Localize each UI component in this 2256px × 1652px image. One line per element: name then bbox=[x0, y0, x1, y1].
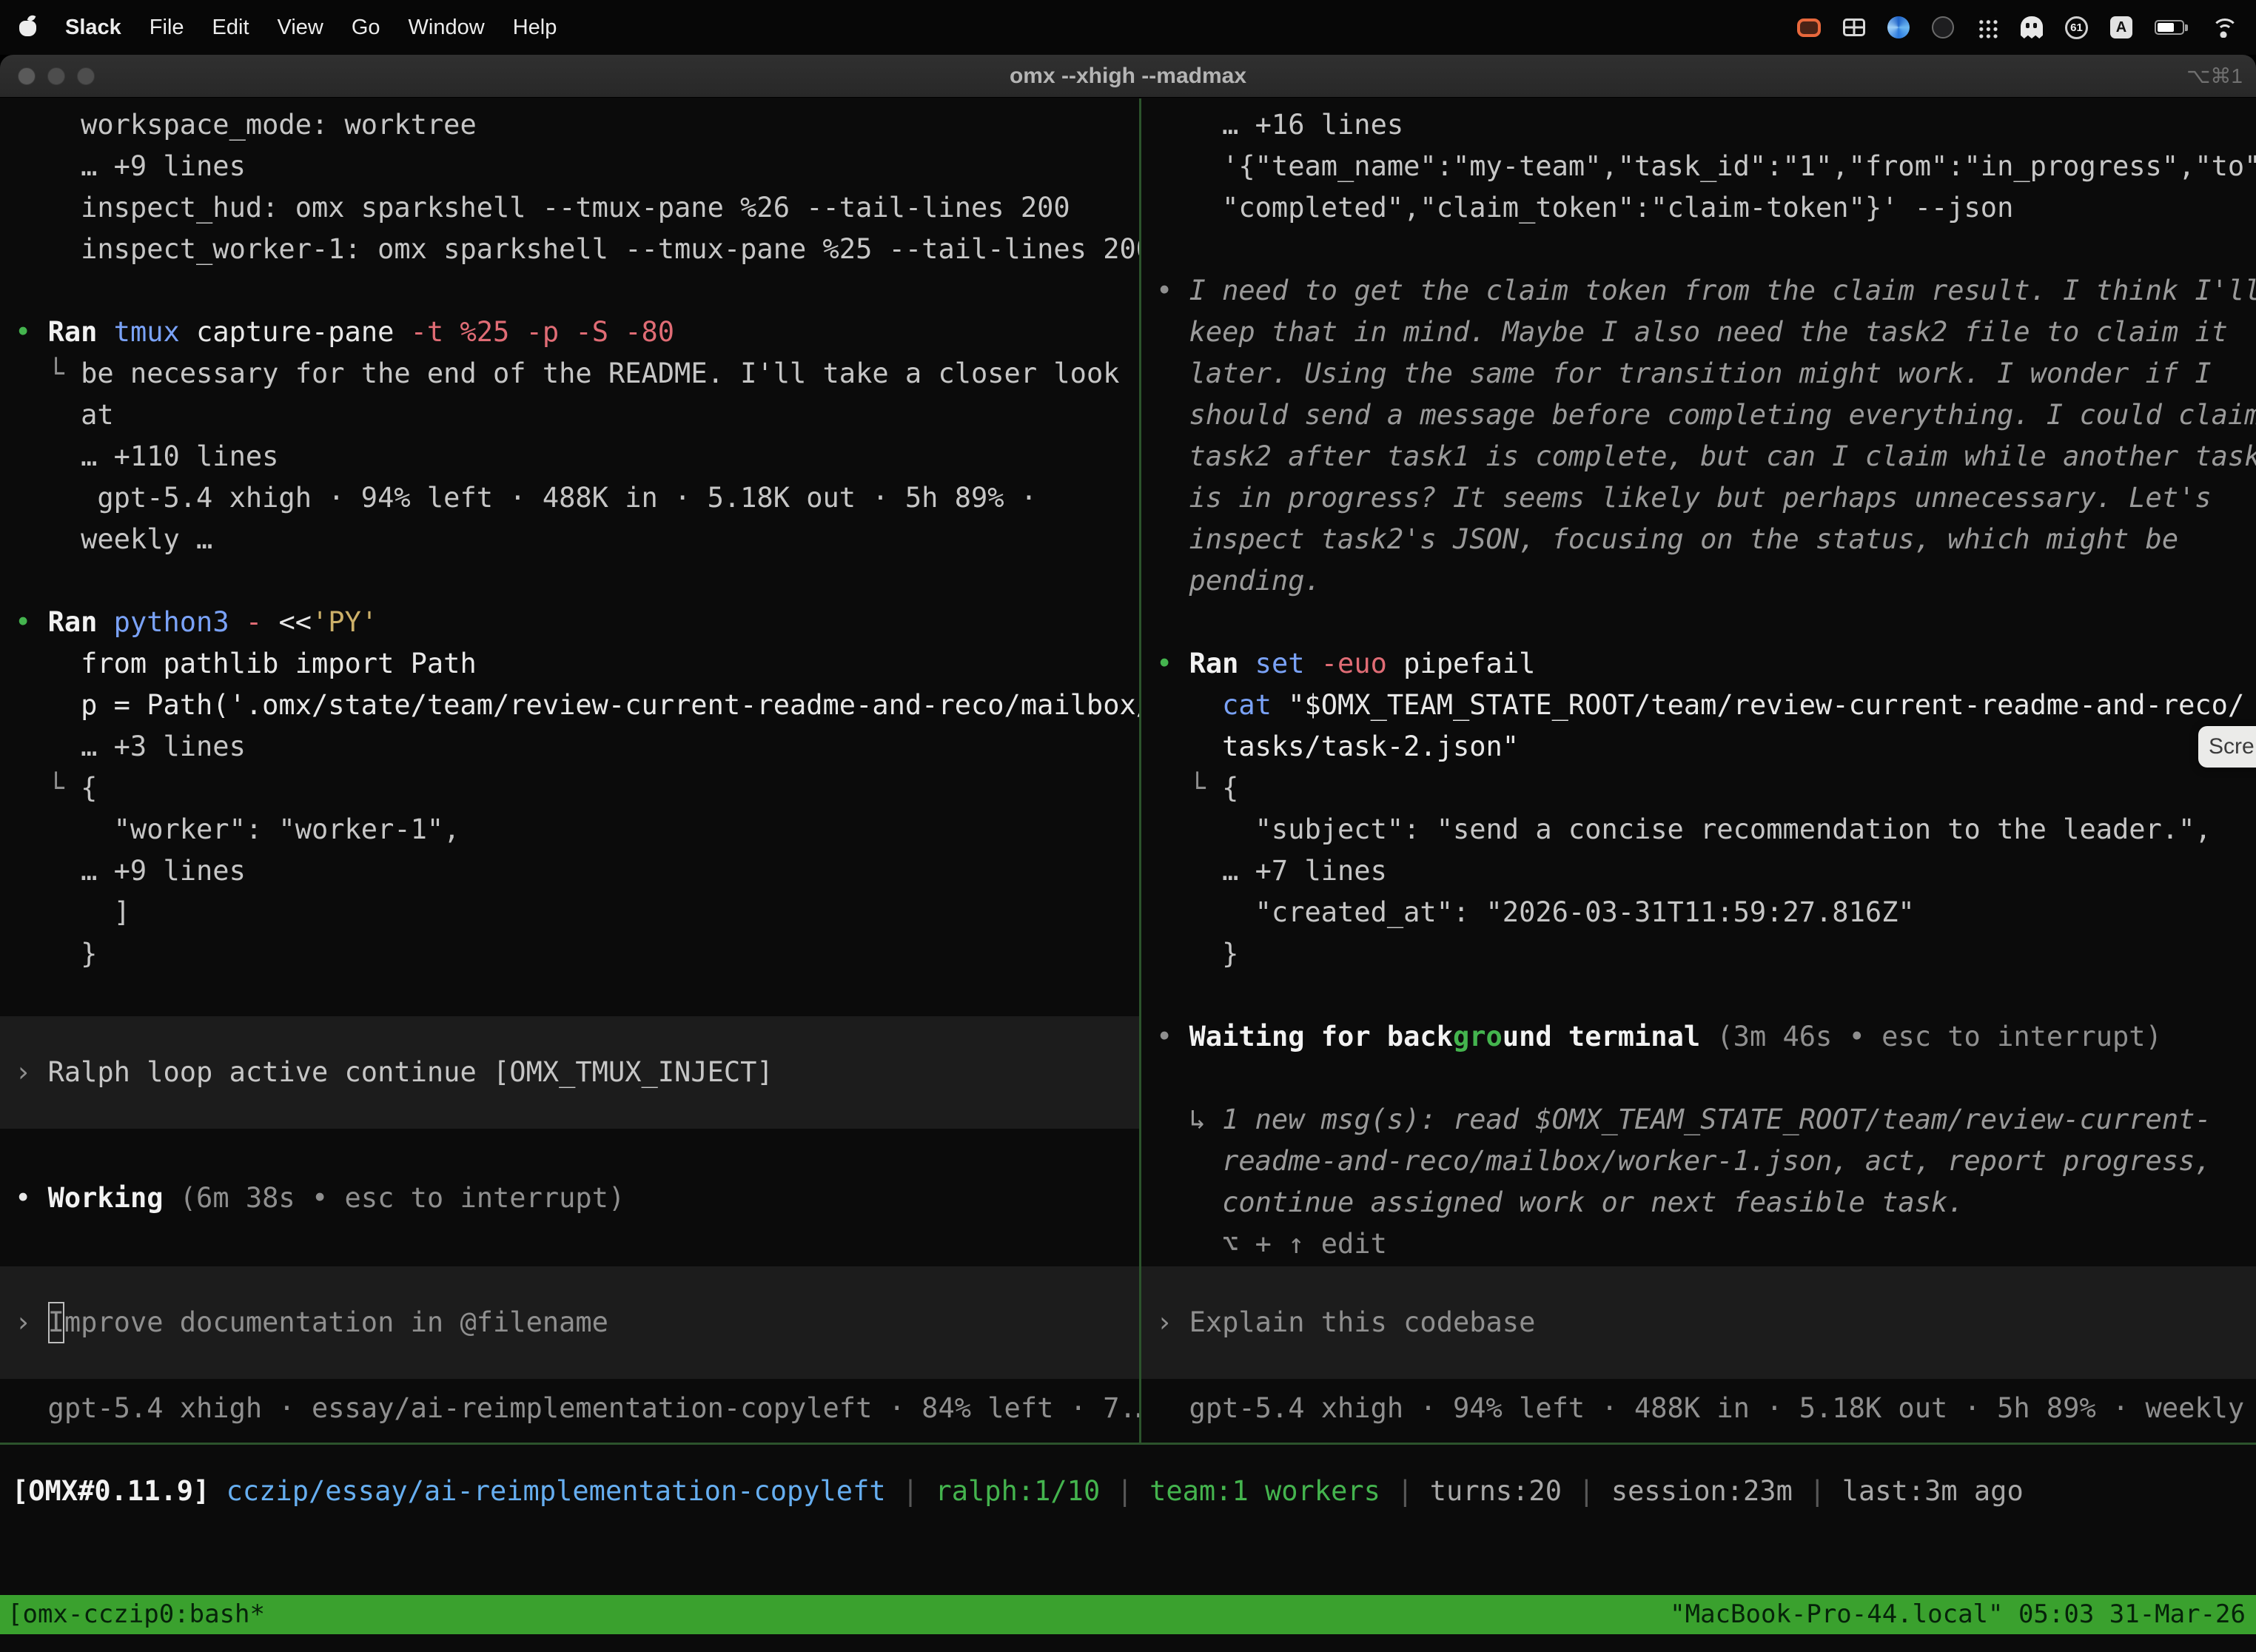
terminal-line: weekly … bbox=[15, 519, 1139, 560]
prompt-input-band[interactable]: › Improve documentation in @filename bbox=[0, 1266, 1139, 1379]
terminal-line: gpt-5.4 xhigh · 94% left · 488K in · 5.1… bbox=[15, 477, 1139, 519]
apple-menu[interactable] bbox=[19, 16, 37, 40]
terminal-line: "worker": "worker-1", bbox=[15, 809, 1139, 850]
omx-status-line: [OMX#0.11.9] cczip/essay/ai-reimplementa… bbox=[0, 1471, 2256, 1512]
terminal-line: ↳ 1 new msg(s): read $OMX_TEAM_STATE_ROO… bbox=[1156, 1099, 2256, 1141]
prompt-input-band[interactable]: › Ralph loop active continue [OMX_TMUX_I… bbox=[0, 1016, 1139, 1129]
terminal-line: '{"team_name":"my-team","task_id":"1","f… bbox=[1156, 146, 2256, 187]
tmux-session-info: [omx-cczip0:bash* bbox=[7, 1595, 265, 1634]
window-title: omx --xhigh --madmax bbox=[0, 55, 2256, 98]
menu-file[interactable]: File bbox=[150, 16, 184, 40]
spacer bbox=[15, 1129, 1139, 1178]
tmux-pane-left[interactable]: workspace_mode: worktree … +9 lines insp… bbox=[0, 98, 1139, 1443]
menu-window[interactable]: Window bbox=[409, 16, 485, 40]
terminal-line: • Ran tmux capture-pane -t %25 -p -S -80 bbox=[15, 312, 1139, 353]
terminal-line: cat "$OMX_TEAM_STATE_ROOT/team/review-cu… bbox=[1156, 685, 2256, 726]
menu-go[interactable]: Go bbox=[352, 16, 380, 40]
input-source-icon[interactable]: A bbox=[2110, 16, 2132, 38]
spacer bbox=[15, 1379, 1139, 1388]
terminal-line: continue assigned work or next feasible … bbox=[1156, 1182, 2256, 1223]
grid-icon[interactable] bbox=[1843, 19, 1865, 36]
terminal-line: • Ran set -euo pipefail bbox=[1156, 643, 2256, 685]
terminal-line: … +9 lines bbox=[15, 850, 1139, 892]
terminal-line: p = Path('.omx/state/team/review-current… bbox=[15, 685, 1139, 726]
terminal-line: readme-and-reco/mailbox/worker-1.json, a… bbox=[1156, 1141, 2256, 1182]
terminal-content: workspace_mode: worktree … +9 lines insp… bbox=[0, 98, 2256, 1652]
terminal-window: omx --xhigh --madmax ⌥⌘1 workspace_mode:… bbox=[0, 55, 2256, 1652]
menu-slack[interactable]: Slack bbox=[65, 16, 121, 40]
terminal-line: └ { bbox=[1156, 768, 2256, 809]
prompt-input-band[interactable]: › Explain this codebase bbox=[1141, 1266, 2256, 1379]
menu-bar: Slack File Edit View Go Window Help 61 A bbox=[0, 0, 2256, 55]
terminal-line: inspect_worker-1: omx sparkshell --tmux-… bbox=[15, 229, 1139, 270]
terminal-line: should send a message before completing … bbox=[1156, 394, 2256, 436]
terminal-line: } bbox=[15, 933, 1139, 975]
menu-items: Slack File Edit View Go Window Help bbox=[65, 16, 557, 40]
terminal-line: └ be necessary for the end of the README… bbox=[15, 353, 1139, 394]
stats-icon[interactable]: 61 bbox=[2065, 16, 2088, 39]
terminal-line: at bbox=[15, 394, 1139, 436]
terminal-line: gpt-5.4 xhigh · essay/ai-reimplementatio… bbox=[15, 1388, 1139, 1429]
terminal-line: ] bbox=[15, 892, 1139, 933]
terminal-line: workspace_mode: worktree bbox=[15, 104, 1139, 146]
screenshot-notification[interactable]: Scre bbox=[2198, 726, 2256, 768]
menu-bar-status-icons: 61 A bbox=[1797, 16, 2237, 39]
terminal-line: └ { bbox=[15, 768, 1139, 809]
menu-help[interactable]: Help bbox=[513, 16, 557, 40]
battery-icon[interactable] bbox=[2155, 20, 2184, 35]
terminal-line: } bbox=[1156, 933, 2256, 975]
window-titlebar: omx --xhigh --madmax ⌥⌘1 bbox=[0, 55, 2256, 98]
terminal-line: task2 after task1 is complete, but can I… bbox=[1156, 436, 2256, 477]
terminal-line: "subject": "send a concise recommendatio… bbox=[1156, 809, 2256, 850]
menu-bar-left: Slack File Edit View Go Window Help bbox=[19, 16, 557, 40]
terminal-line: … +7 lines bbox=[1156, 850, 2256, 892]
dark-app-icon[interactable] bbox=[1932, 16, 1954, 38]
terminal-line bbox=[15, 270, 1139, 312]
terminal-line: ⌥ + ↑ edit bbox=[1156, 1223, 2256, 1265]
terminal-line: tasks/task-2.json" bbox=[1156, 726, 2256, 768]
menu-view[interactable]: View bbox=[278, 16, 323, 40]
screen-recording-icon[interactable] bbox=[1797, 19, 1821, 37]
terminal-line bbox=[1156, 229, 2256, 270]
terminal-line: … +9 lines bbox=[15, 146, 1139, 187]
terminal-line: • Working (6m 38s • esc to interrupt) bbox=[15, 1178, 1139, 1219]
terminal-line: • Waiting for background terminal (3m 46… bbox=[1156, 1016, 2256, 1058]
spacer bbox=[15, 1219, 1139, 1266]
spacer bbox=[1156, 1379, 2256, 1388]
terminal-line bbox=[1156, 1058, 2256, 1099]
desktop: Slack File Edit View Go Window Help 61 A omx --… bbox=[0, 0, 2256, 1652]
tmux-pane-right[interactable]: … +16 lines '{"team_name":"my-team","tas… bbox=[1141, 98, 2256, 1443]
tmux-pane-horizontal-divider bbox=[0, 1443, 2256, 1445]
terminal-line: gpt-5.4 xhigh · 94% left · 488K in · 5.1… bbox=[1156, 1388, 2256, 1429]
terminal-line: "created_at": "2026-03-31T11:59:27.816Z" bbox=[1156, 892, 2256, 933]
titlebar-shortcut: ⌥⌘1 bbox=[2186, 55, 2243, 98]
terminal-line: "completed","claim_token":"claim-token"}… bbox=[1156, 187, 2256, 229]
wifi-icon[interactable] bbox=[2210, 17, 2237, 38]
menu-edit[interactable]: Edit bbox=[212, 16, 249, 40]
terminal-line: is in progress? It seems likely but perh… bbox=[1156, 477, 2256, 519]
browser-icon[interactable] bbox=[1887, 16, 1910, 38]
ghostty-icon[interactable] bbox=[2021, 16, 2043, 38]
terminal-line: from pathlib import Path bbox=[15, 643, 1139, 685]
terminal-line: later. Using the same for transition mig… bbox=[1156, 353, 2256, 394]
terminal-line: inspect_hud: omx sparkshell --tmux-pane … bbox=[15, 187, 1139, 229]
terminal-line: … +16 lines bbox=[1156, 104, 2256, 146]
terminal-line: … +3 lines bbox=[15, 726, 1139, 768]
terminal-line: inspect task2's JSON, focusing on the st… bbox=[1156, 519, 2256, 560]
terminal-line: pending. bbox=[1156, 560, 2256, 602]
terminal-line bbox=[1156, 602, 2256, 643]
terminal-line bbox=[15, 560, 1139, 602]
apple-logo-icon bbox=[19, 16, 37, 36]
terminal-line: … +110 lines bbox=[15, 436, 1139, 477]
terminal-line: • Ran python3 - <<'PY' bbox=[15, 602, 1139, 643]
terminal-line bbox=[1156, 975, 2256, 1016]
tmux-host-clock: "MacBook-Pro-44.local" 05:03 31-Mar-26 bbox=[1670, 1595, 2246, 1634]
dots-grid-icon[interactable] bbox=[1976, 17, 1998, 38]
terminal-line bbox=[15, 975, 1139, 1016]
terminal-line: • I need to get the claim token from the… bbox=[1156, 270, 2256, 312]
tmux-status-bar: [omx-cczip0:bash* "MacBook-Pro-44.local"… bbox=[0, 1595, 2256, 1634]
terminal-line: keep that in mind. Maybe I also need the… bbox=[1156, 312, 2256, 353]
